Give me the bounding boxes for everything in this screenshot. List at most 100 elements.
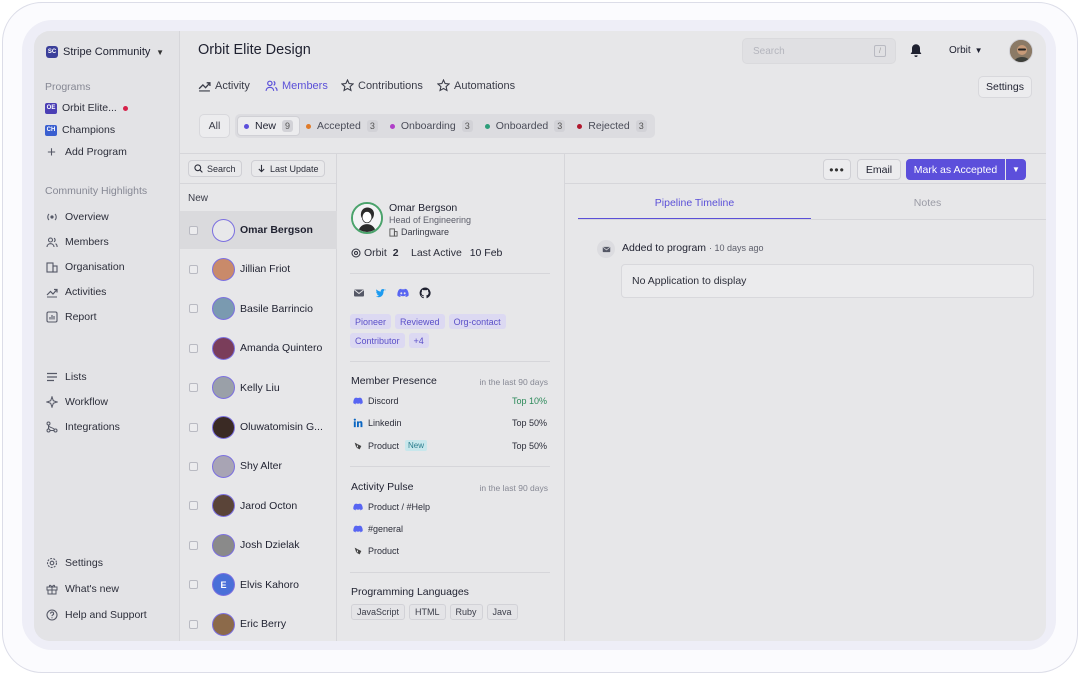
bell-icon[interactable] xyxy=(909,43,923,58)
row-checkbox[interactable] xyxy=(189,422,198,432)
tag[interactable]: Reviewed xyxy=(395,314,445,329)
member-row[interactable]: Oluwatomisin G... xyxy=(180,408,337,446)
tab-members[interactable]: Members xyxy=(265,79,328,92)
filter-label: New xyxy=(255,120,277,132)
more-options-button[interactable]: ••• xyxy=(823,159,851,180)
tag[interactable]: Contributor xyxy=(350,333,405,348)
list-search-button[interactable]: Search xyxy=(188,160,242,177)
row-checkbox[interactable] xyxy=(189,225,198,235)
settings-button[interactable]: Settings xyxy=(978,76,1032,98)
sidebar-item-label: Organisation xyxy=(65,261,125,273)
filter-onboarded[interactable]: Onboarded 3 xyxy=(479,116,572,136)
sidebar-item-overview[interactable]: Overview xyxy=(45,208,109,226)
more-tags-badge[interactable]: +4 xyxy=(408,333,429,348)
tab-automations[interactable]: Automations xyxy=(437,79,515,92)
row-checkbox[interactable] xyxy=(189,580,198,590)
product-icon xyxy=(353,546,363,556)
email-button[interactable]: Email xyxy=(857,159,901,180)
member-row[interactable]: Jarod Octon xyxy=(180,487,337,525)
avatar xyxy=(212,336,235,360)
member-row[interactable]: Kelly Liu xyxy=(180,369,337,407)
avatar xyxy=(212,494,235,518)
sidebar-item-label: Champions xyxy=(62,124,116,136)
avatar xyxy=(212,612,235,636)
user-menu-label: Orbit xyxy=(949,45,971,56)
row-checkbox[interactable] xyxy=(189,343,198,353)
program-badge: CH xyxy=(45,124,57,136)
github-icon[interactable] xyxy=(419,287,431,299)
divider xyxy=(350,273,550,274)
row-checkbox[interactable] xyxy=(189,619,198,629)
event-time: · 10 days ago xyxy=(708,243,764,253)
tag[interactable]: Pioneer xyxy=(350,314,392,329)
sort-button[interactable]: Last Update xyxy=(251,160,325,177)
sidebar-item-whats-new[interactable]: What's new xyxy=(45,580,119,598)
tab-label: Activity xyxy=(215,79,250,92)
row-checkbox[interactable] xyxy=(189,383,198,393)
tag[interactable]: Org-contact xyxy=(448,314,506,329)
add-program-button[interactable]: + Add Program xyxy=(45,143,127,161)
sidebar-item-orbit-elite[interactable]: OE Orbit Elite... xyxy=(45,99,128,117)
filter-onboarding[interactable]: Onboarding 3 xyxy=(384,116,479,136)
filter-new[interactable]: New 9 xyxy=(237,116,301,136)
tab-notes[interactable]: Notes xyxy=(811,197,1044,218)
star-icon xyxy=(341,79,354,92)
row-checkbox[interactable] xyxy=(189,501,198,511)
pulse-row[interactable]: Product xyxy=(353,546,547,556)
discord-icon[interactable] xyxy=(397,287,409,299)
global-search[interactable]: / xyxy=(742,38,896,64)
lists-icon xyxy=(45,371,58,384)
sidebar-item-champions[interactable]: CH Champions xyxy=(45,121,115,139)
sidebar-item-integrations[interactable]: Integrations xyxy=(45,418,120,436)
pulse-row[interactable]: #general xyxy=(353,524,547,534)
member-row[interactable]: Amanda Quintero xyxy=(180,329,337,367)
filter-accepted[interactable]: Accepted 3 xyxy=(300,116,384,136)
button-label: Last Update xyxy=(270,163,319,174)
sidebar-item-label: Members xyxy=(65,236,109,248)
twitter-icon[interactable] xyxy=(375,287,387,299)
sidebar-item-settings[interactable]: Settings xyxy=(45,554,103,572)
avatar[interactable] xyxy=(1009,39,1033,63)
sidebar-item-label: Workflow xyxy=(65,396,108,408)
orbit-label: Orbit xyxy=(364,247,387,259)
member-row[interactable]: Eric Berry xyxy=(180,605,337,641)
chevron-down-icon[interactable]: ▼ xyxy=(1006,159,1026,180)
row-checkbox[interactable] xyxy=(189,540,198,550)
tab-label: Members xyxy=(282,79,328,92)
actions-bar: ••• Email Mark as Accepted ▼ xyxy=(565,154,1046,184)
filter-all-button[interactable]: All xyxy=(199,114,230,138)
sidebar-item-help[interactable]: Help and Support xyxy=(45,606,147,624)
workspace-switcher[interactable]: SC Stripe Community ▼ xyxy=(41,40,169,64)
email-icon[interactable] xyxy=(353,287,365,299)
row-checkbox[interactable] xyxy=(189,304,198,314)
arrow-down-icon xyxy=(258,164,265,173)
sidebar-item-lists[interactable]: Lists xyxy=(45,368,87,386)
sidebar-item-activities[interactable]: Activities xyxy=(45,283,106,301)
pulse-row[interactable]: Product / #Help xyxy=(353,502,547,512)
member-row[interactable]: Omar Bergson xyxy=(180,211,337,249)
help-icon xyxy=(45,609,58,622)
sidebar-item-workflow[interactable]: Workflow xyxy=(45,393,108,411)
mark-as-accepted-button[interactable]: Mark as Accepted xyxy=(906,159,1005,180)
member-row[interactable]: Basile Barrincio xyxy=(180,290,337,328)
highlights-title: Community Highlights xyxy=(45,185,148,197)
member-row[interactable]: Josh Dzielak xyxy=(180,526,337,564)
presence-title: Member Presence xyxy=(351,375,437,387)
row-checkbox[interactable] xyxy=(189,461,198,471)
member-row[interactable]: E Elvis Kahoro xyxy=(180,566,337,604)
filter-rejected[interactable]: Rejected 3 xyxy=(571,116,652,136)
search-input[interactable] xyxy=(743,39,863,63)
sidebar-item-report[interactable]: Report xyxy=(45,308,97,326)
email-icon xyxy=(597,240,615,258)
sidebar-item-members[interactable]: Members xyxy=(45,233,109,251)
sidebar-item-organisation[interactable]: Organisation xyxy=(45,258,125,276)
user-menu[interactable]: Orbit ▼ xyxy=(949,45,983,56)
member-row[interactable]: Jillian Friot xyxy=(180,250,337,288)
tab-pipeline-timeline[interactable]: Pipeline Timeline xyxy=(578,197,811,220)
tab-contributions[interactable]: Contributions xyxy=(341,79,423,92)
row-checkbox[interactable] xyxy=(189,264,198,274)
tab-activity[interactable]: Activity xyxy=(198,79,250,92)
member-tags: Pioneer Reviewed Org-contact Contributor… xyxy=(350,314,550,348)
shortcut-hint: / xyxy=(874,45,886,57)
member-row[interactable]: Shy Alter xyxy=(180,447,337,485)
